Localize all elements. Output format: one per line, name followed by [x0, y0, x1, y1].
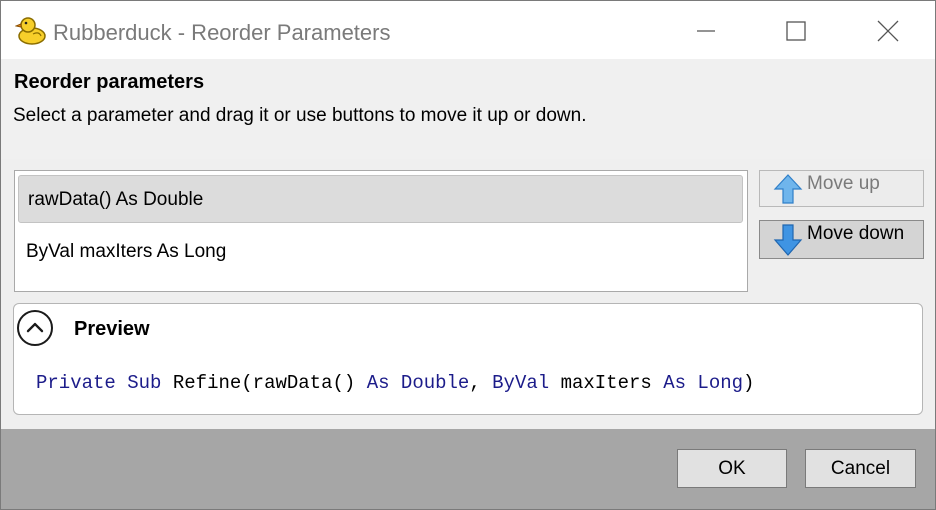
dialog-content: rawData() As Double ByVal maxIters As Lo…	[1, 159, 935, 429]
parameter-item[interactable]: ByVal maxIters As Long	[17, 228, 743, 276]
dialog-header: Reorder parameters Select a parameter an…	[1, 59, 935, 159]
preview-code: Private Sub Refine(rawData() As Double, …	[36, 372, 754, 394]
maximize-icon	[786, 21, 806, 41]
code-token: maxIters	[560, 372, 652, 394]
window-title: Rubberduck - Reorder Parameters	[53, 20, 391, 45]
code-token: Double	[400, 372, 470, 394]
close-button[interactable]	[865, 9, 911, 53]
minimize-button[interactable]	[683, 9, 729, 53]
rubber-duck-icon	[14, 14, 47, 46]
header-title: Reorder parameters	[14, 71, 205, 93]
code-token: ByVal	[492, 372, 550, 394]
parameter-list[interactable]: rawData() As Double ByVal maxIters As Lo…	[14, 170, 748, 292]
code-token: As	[663, 372, 687, 394]
preview-panel: Preview Private Sub Refine(rawData() As …	[13, 303, 923, 415]
code-token: Private	[36, 372, 116, 394]
move-down-label: Move down	[807, 223, 905, 244]
move-up-label: Move up	[807, 173, 880, 194]
ok-button[interactable]: OK	[677, 449, 787, 488]
code-token: Refine(rawData()	[172, 372, 356, 394]
preview-title: Preview	[74, 318, 150, 340]
move-up-button[interactable]: Move up	[759, 170, 924, 207]
code-token: As	[366, 372, 390, 394]
close-icon	[877, 20, 899, 42]
minimize-icon	[697, 30, 715, 32]
parameter-item-selected[interactable]: rawData() As Double	[18, 175, 743, 223]
header-description: Select a parameter and drag it or use bu…	[13, 105, 587, 126]
arrow-up-icon	[772, 173, 804, 210]
code-token: ,	[469, 372, 481, 394]
reorder-parameters-dialog: Rubberduck - Reorder Parameters Reorder …	[0, 0, 936, 510]
move-down-button[interactable]: Move down	[759, 220, 924, 259]
arrow-down-icon	[772, 223, 804, 262]
code-token: )	[743, 372, 755, 394]
maximize-button[interactable]	[773, 9, 819, 53]
chevron-up-icon	[26, 322, 44, 333]
code-token: Sub	[127, 372, 162, 394]
cancel-button[interactable]: Cancel	[805, 449, 916, 488]
code-token: Long	[697, 372, 744, 394]
collapse-toggle-button[interactable]	[17, 310, 53, 346]
dialog-footer: OK Cancel	[1, 429, 935, 509]
title-bar[interactable]: Rubberduck - Reorder Parameters	[1, 1, 935, 59]
